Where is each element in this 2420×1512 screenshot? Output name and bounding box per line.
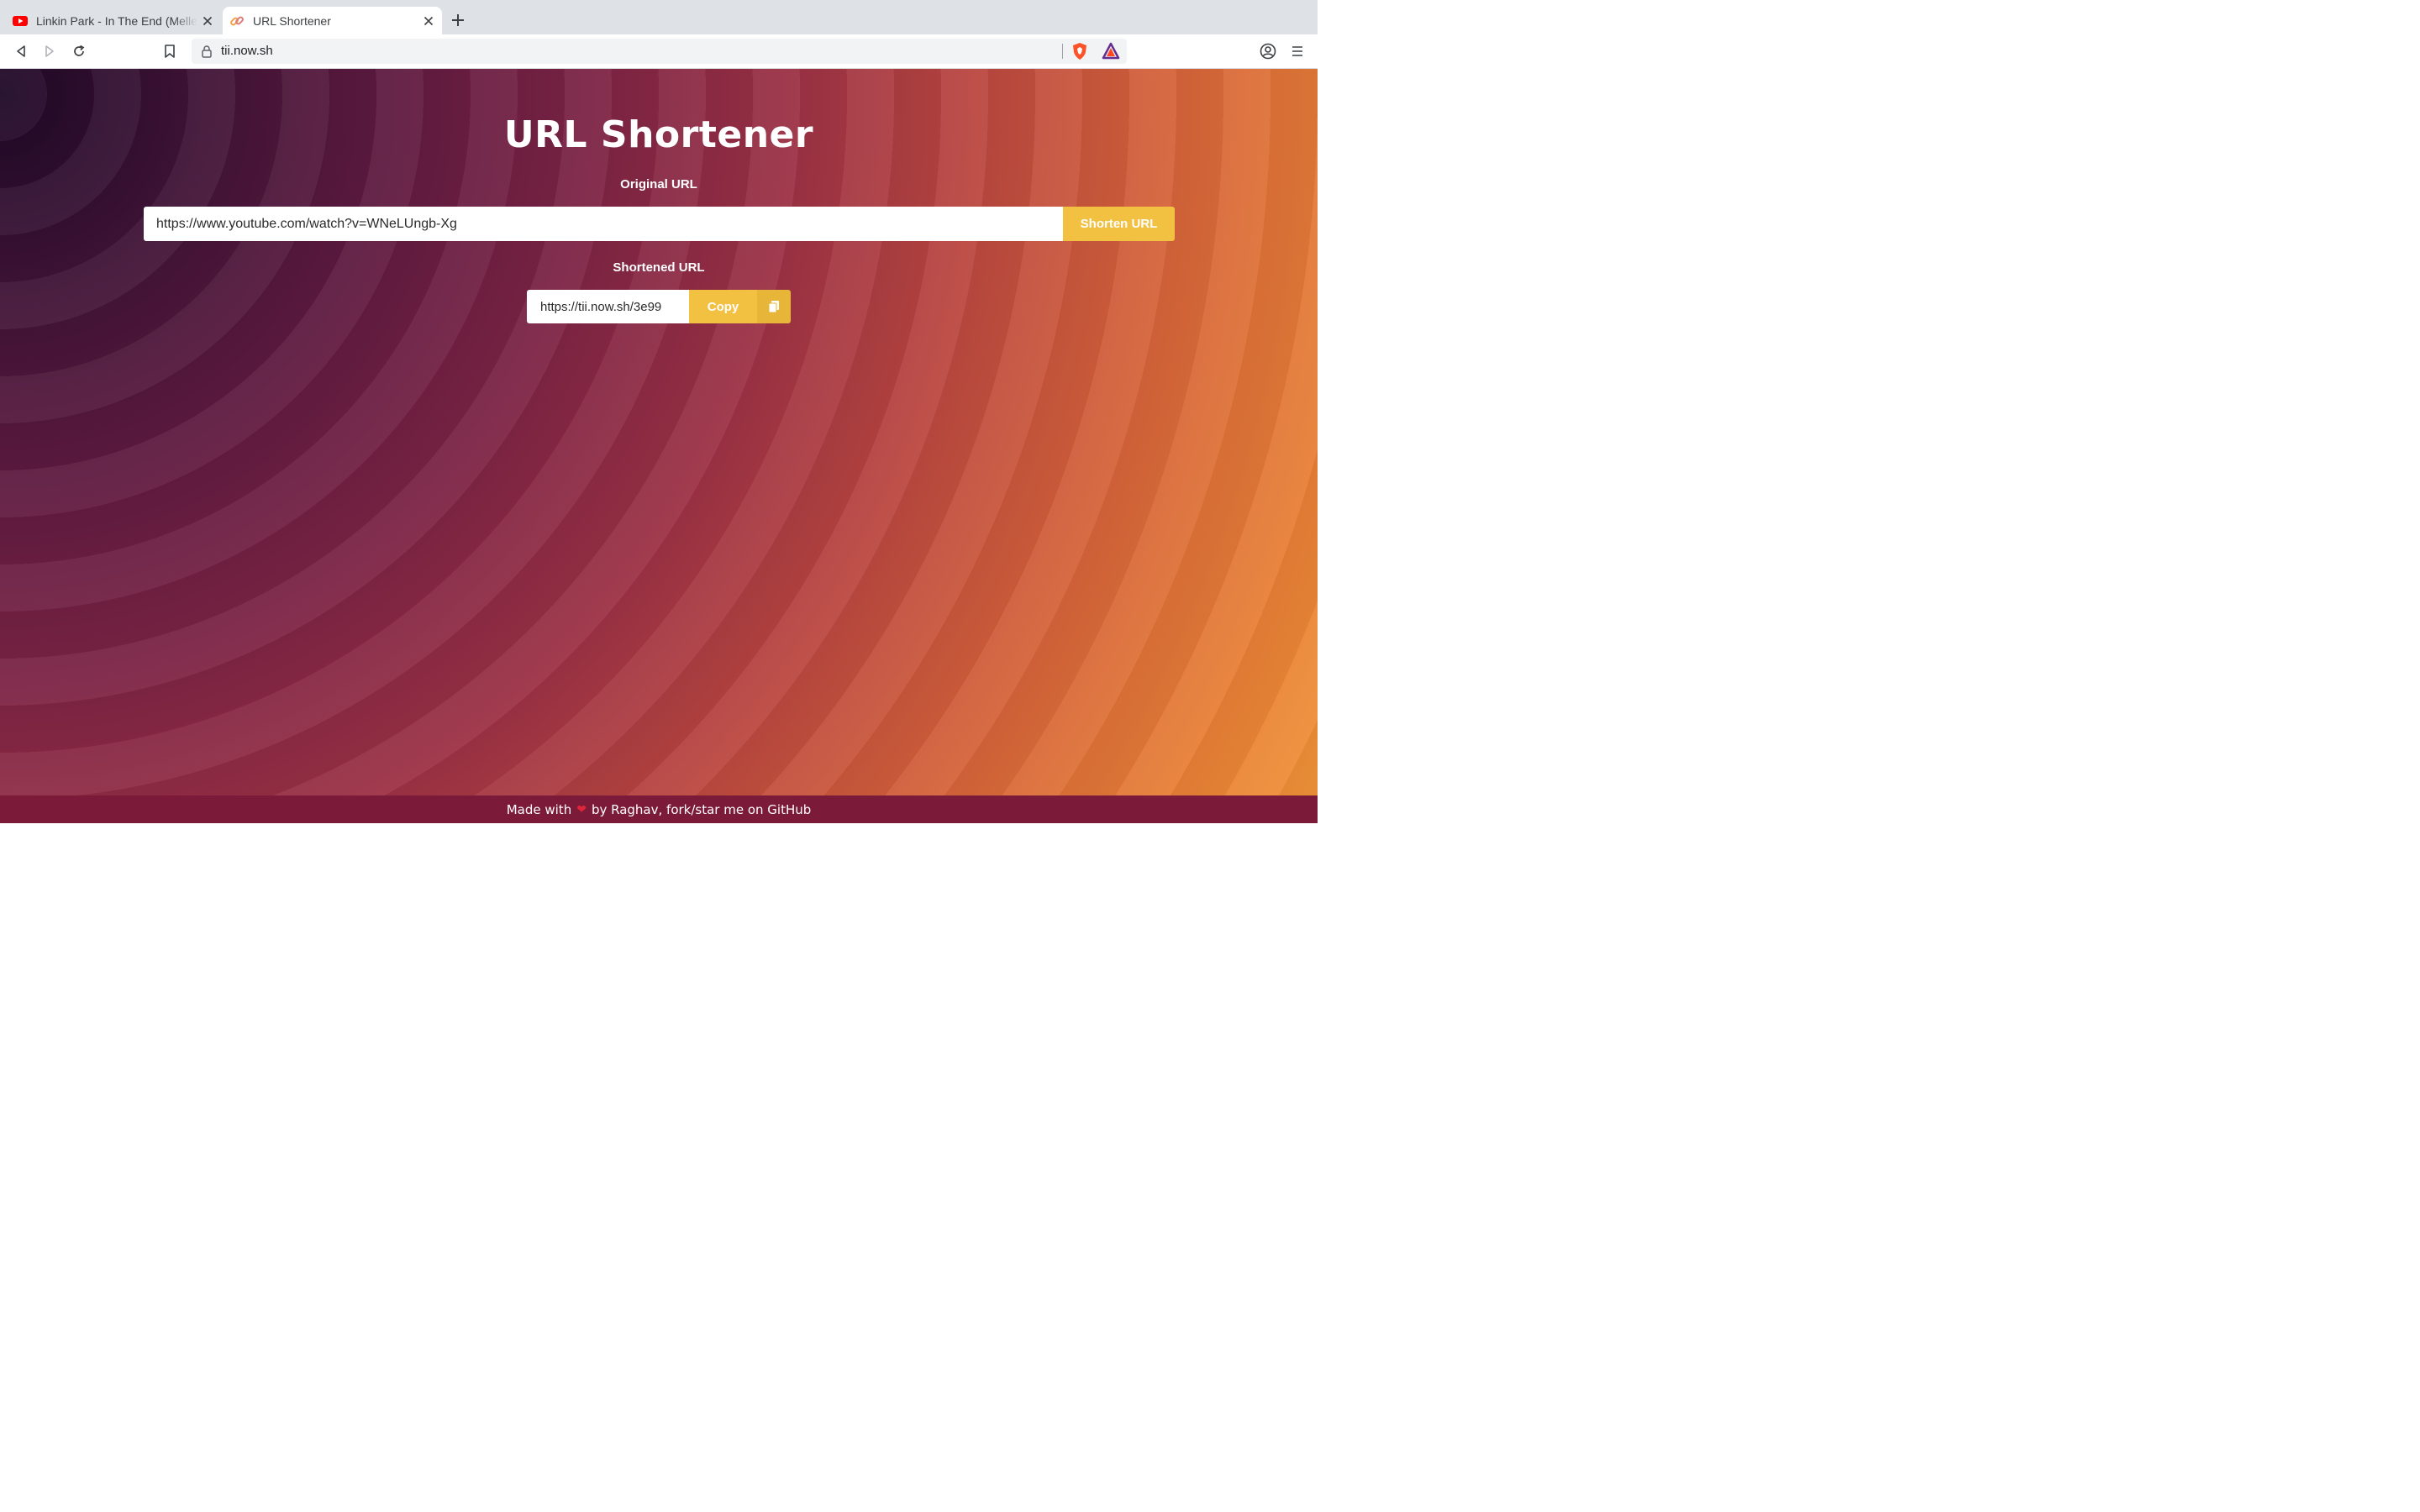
github-link[interactable]: fork/star me on GitHub — [666, 802, 811, 817]
forward-icon — [45, 45, 54, 57]
plus-icon — [452, 14, 464, 26]
shortened-url-input[interactable] — [527, 290, 689, 323]
page-title: URL Shortener — [503, 113, 814, 156]
address-bar-url: tii.now.sh — [221, 44, 273, 58]
shorten-url-button[interactable]: Shorten URL — [1063, 207, 1175, 241]
tab-youtube[interactable]: Linkin Park - In The End (Mellen Gi — [7, 7, 221, 34]
reload-button[interactable] — [68, 40, 90, 62]
bookmark-icon — [165, 45, 175, 58]
menu-button[interactable] — [1286, 40, 1308, 62]
tab-title: Linkin Park - In The End (Mellen Gi — [36, 13, 197, 28]
brave-rewards-icon[interactable] — [1102, 42, 1120, 60]
link-icon — [230, 16, 244, 25]
youtube-icon — [13, 15, 28, 26]
shortened-url-row: Copy — [527, 290, 791, 323]
divider — [1062, 44, 1063, 59]
heart-icon: ❤ — [576, 802, 587, 816]
reload-icon — [74, 45, 85, 56]
copy-icon-button[interactable] — [757, 290, 791, 323]
back-button[interactable] — [10, 40, 32, 62]
original-url-label: Original URL — [620, 177, 697, 192]
profile-icon — [1260, 43, 1276, 60]
original-url-input[interactable] — [144, 207, 1063, 241]
tab-strip: Linkin Park - In The End (Mellen Gi URL … — [0, 0, 1318, 34]
footer: Made with ❤ by Raghav, fork/star me on G… — [0, 795, 1318, 823]
browser-toolbar: tii.now.sh — [0, 34, 1318, 69]
address-bar[interactable]: tii.now.sh — [192, 39, 1127, 64]
forward-button[interactable] — [39, 40, 60, 62]
brave-shield-icon[interactable] — [1071, 42, 1089, 60]
footer-made-with: Made with — [506, 801, 572, 817]
back-icon — [17, 45, 25, 57]
page-content: URL Shortener Original URL Shorten URL S… — [0, 69, 1318, 823]
new-tab-button[interactable] — [448, 10, 468, 30]
bookmark-button[interactable] — [159, 40, 181, 62]
menu-icon — [1292, 46, 1302, 56]
shortened-url-label: Shortened URL — [613, 260, 705, 275]
footer-author: by Raghav, — [591, 801, 663, 817]
lock-icon — [202, 45, 212, 58]
close-tab-icon[interactable] — [418, 11, 439, 31]
clipboard-icon — [768, 301, 779, 313]
copy-button[interactable]: Copy — [689, 290, 757, 323]
tab-url-shortener[interactable]: URL Shortener — [223, 7, 442, 34]
original-url-row: Shorten URL — [144, 207, 1175, 241]
close-tab-icon[interactable] — [197, 11, 218, 31]
tab-title: URL Shortener — [253, 13, 331, 28]
profile-button[interactable] — [1257, 40, 1279, 62]
